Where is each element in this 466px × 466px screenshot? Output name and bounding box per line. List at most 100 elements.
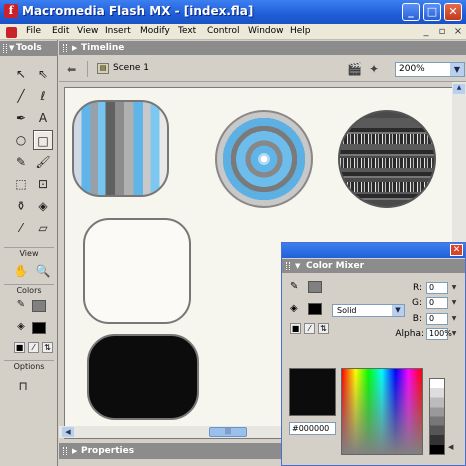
scroll-left-icon[interactable]: ◀ [62,427,74,437]
eyedropper-tool-icon[interactable]: ⁄ [11,218,31,238]
menu-file[interactable]: File [26,26,41,36]
zoom-select[interactable]: 200% ▼ [395,62,465,77]
expand-arrow-icon[interactable]: ▶ [72,41,77,55]
menu-modify[interactable]: Modify [140,26,170,36]
zoom-tool-icon[interactable]: 🔍 [33,261,53,281]
timeline-panel-header[interactable]: ▶ Timeline [59,41,466,55]
menu-edit[interactable]: Edit [52,26,69,36]
menu-bar: File Edit View Insert Modify Text Contro… [0,24,466,40]
black-rounded-rect-shape[interactable] [87,334,199,420]
free-transform-tool-icon[interactable]: ⬚ [11,174,31,194]
minimize-button[interactable]: _ [402,3,420,21]
view-section-label: View [4,247,54,259]
properties-panel-header[interactable]: ▶ Properties [59,443,281,459]
horizontal-scroll-thumb[interactable]: ||| [209,427,247,437]
r-dropdown-icon[interactable]: ▼ [450,282,458,294]
color-mixer-titlebar[interactable]: ✕ [282,243,465,258]
alpha-dropdown-icon[interactable]: ▼ [450,328,458,340]
menu-view[interactable]: View [77,26,98,36]
default-colors-icon[interactable]: ■ [14,342,25,353]
color-spectrum[interactable] [341,368,423,455]
edit-scene-icon[interactable]: 🎬 [347,62,362,76]
menu-window[interactable]: Window [248,26,284,36]
horizontal-scrollbar[interactable]: ◀ ||| [59,426,299,438]
grip-icon[interactable] [63,44,67,52]
swap-colors-icon[interactable]: ⇅ [318,323,329,334]
back-arrow-icon[interactable]: ⬅ [67,63,76,76]
color-mixer-panel: ✕ ▼ Color Mixer ✎ ◈ ■ ⁄ ⇅ Solid ▼ R: 0 ▼… [281,242,466,466]
menu-text[interactable]: Text [178,26,196,36]
b-dropdown-icon[interactable]: ▼ [450,313,458,325]
pattern-row [340,158,434,168]
b-input[interactable]: 0 [426,313,448,325]
stroke-pencil-icon: ✎ [290,281,299,292]
brush-tool-icon[interactable]: 🖌 [33,152,53,172]
tools-panel-header[interactable]: ▼ Tools [0,41,58,56]
concentric-circle-shape[interactable] [215,110,313,208]
paint-bucket-tool-icon[interactable]: ◈ [33,196,53,216]
arrow-tool-icon[interactable]: ↖ [11,64,31,84]
pen-tool-icon[interactable]: ✒ [11,108,31,128]
brightness-bar[interactable] [429,378,445,455]
mixer-stroke-swatch[interactable] [308,281,322,293]
grip-icon[interactable] [286,262,290,270]
fill-color-swatch[interactable] [32,322,46,334]
text-tool-icon[interactable]: A [33,108,53,128]
close-icon[interactable]: ✕ [450,244,463,256]
eraser-tool-icon[interactable]: ▱ [33,218,53,238]
expand-arrow-icon[interactable]: ▶ [72,443,77,459]
mixer-fill-swatch[interactable] [308,303,322,315]
oval-tool-icon[interactable]: ○ [11,130,31,150]
doc-minimize-icon[interactable]: _ [420,25,432,38]
empty-rounded-rect-shape[interactable] [83,218,191,324]
fill-type-value: Solid [337,306,357,315]
pencil-tool-icon[interactable]: ✎ [11,152,31,172]
default-colors-icon[interactable]: ■ [290,323,301,334]
scroll-up-icon[interactable]: ▲ [453,84,465,94]
no-color-icon[interactable]: ⁄ [304,323,315,334]
stroke-pencil-icon: ✎ [16,299,26,310]
menu-insert[interactable]: Insert [105,26,131,36]
fill-bucket-icon: ◈ [17,321,25,332]
subselect-tool-icon[interactable]: ⇖ [33,64,53,84]
edit-symbols-icon[interactable]: ✦ [369,62,379,76]
alpha-label: Alpha: [395,329,424,339]
fill-transform-tool-icon[interactable]: ⊡ [33,174,53,194]
colors-section-label: Colors [4,284,54,296]
grip-icon[interactable] [63,447,67,455]
striped-rounded-rect-shape[interactable] [72,100,169,197]
rectangle-tool-icon[interactable]: □ [33,130,53,150]
doc-restore-icon[interactable]: ▫ [436,25,448,38]
g-dropdown-icon[interactable]: ▼ [450,297,458,309]
grip-icon[interactable] [3,44,7,53]
snap-magnet-icon[interactable]: ⊓ [13,376,33,396]
collapse-arrow-icon[interactable]: ▼ [9,41,14,56]
ink-bottle-tool-icon[interactable]: ⚱ [11,196,31,216]
doc-close-icon[interactable]: × [452,25,464,38]
brightness-slider-icon[interactable]: ◀ [448,443,453,451]
no-color-icon[interactable]: ⁄ [28,342,39,353]
collapse-arrow-icon[interactable]: ▼ [295,259,300,273]
alpha-input[interactable]: 100% [426,328,452,340]
line-tool-icon[interactable]: ╱ [11,86,31,106]
pattern-row [340,182,434,192]
lasso-tool-icon[interactable]: ℓ [33,86,53,106]
scene-label[interactable]: Scene 1 [113,63,149,73]
hex-input[interactable]: #000000 [289,422,336,435]
g-input[interactable]: 0 [426,297,448,309]
options-section-label: Options [4,360,54,372]
fill-bucket-icon: ◈ [290,303,298,314]
maximize-button[interactable]: □ [423,3,441,21]
stroke-color-swatch[interactable] [32,300,46,312]
menu-help[interactable]: Help [290,26,311,36]
swap-colors-icon[interactable]: ⇅ [42,342,53,353]
r-input[interactable]: 0 [426,282,448,294]
scene-icon: ▤ [97,63,109,74]
color-mixer-header[interactable]: ▼ Color Mixer [282,259,465,273]
chevron-down-icon[interactable]: ▼ [450,63,464,76]
close-button[interactable]: ✕ [444,3,462,21]
hand-tool-icon[interactable]: ✋ [11,261,31,281]
patterned-circle-shape[interactable] [338,110,436,208]
menu-control[interactable]: Control [207,26,240,36]
color-preview [289,368,336,416]
